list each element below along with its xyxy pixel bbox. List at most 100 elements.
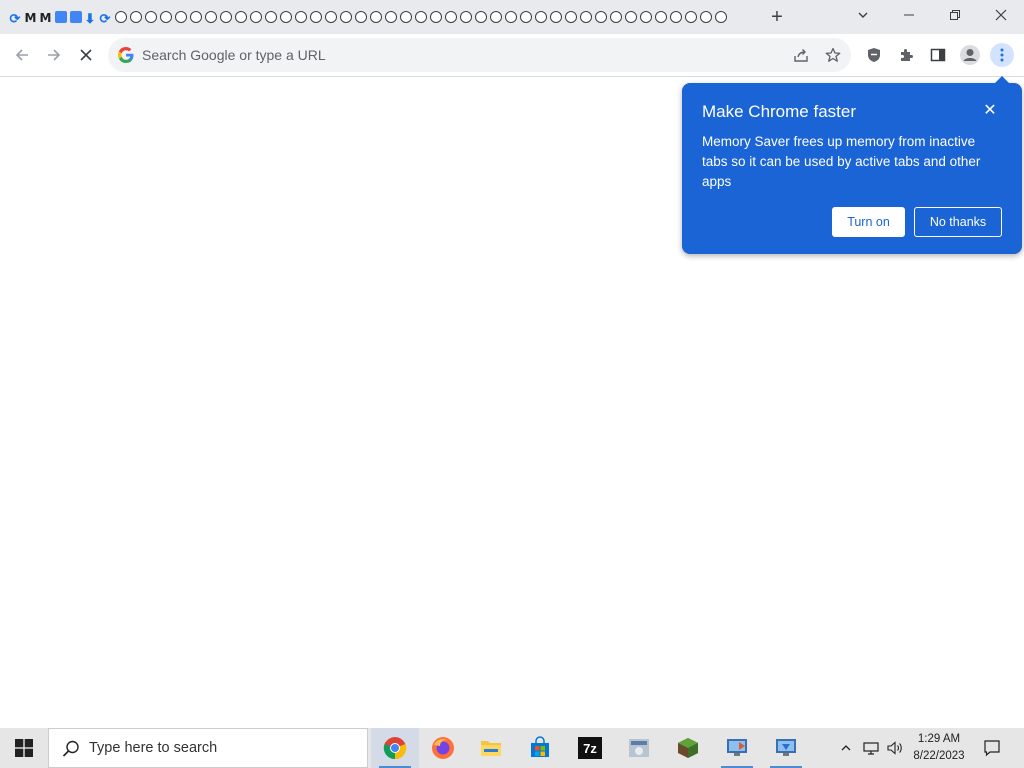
close-window-button[interactable] <box>978 0 1024 30</box>
browser-tab[interactable] <box>188 8 203 26</box>
taskbar-app-file-explorer[interactable] <box>467 728 515 768</box>
popup-close-button[interactable]: ✕ <box>980 100 1000 120</box>
taskbar-app-7zip[interactable]: 7z <box>566 728 614 768</box>
browser-tab[interactable] <box>563 8 578 26</box>
profile-button[interactable] <box>958 43 982 67</box>
browser-tab[interactable] <box>578 8 593 26</box>
extensions-button[interactable] <box>894 43 918 67</box>
browser-tab[interactable] <box>353 8 368 26</box>
tab-favicon-icon <box>474 11 487 23</box>
tab-favicon-icon <box>369 11 382 23</box>
refresh-icon: ⟳ <box>99 11 111 26</box>
browser-tab[interactable] <box>638 8 653 26</box>
address-bar[interactable] <box>108 38 851 72</box>
browser-tab[interactable] <box>383 8 398 26</box>
browser-tab[interactable] <box>593 8 608 26</box>
start-button[interactable] <box>0 728 48 768</box>
omnibox-input[interactable] <box>142 38 782 72</box>
browser-tab[interactable] <box>158 8 173 26</box>
search-icon <box>62 740 79 757</box>
taskbar-search-placeholder: Type here to search <box>89 740 218 756</box>
browser-tab[interactable] <box>683 8 698 26</box>
browser-tab[interactable] <box>323 8 338 26</box>
taskbar-app-minecraft[interactable] <box>664 728 712 768</box>
tab-favicon-icon <box>534 11 547 23</box>
chrome-menu-button[interactable] <box>990 43 1014 67</box>
browser-tab[interactable] <box>443 8 458 26</box>
browser-tab[interactable] <box>473 8 488 26</box>
browser-tab[interactable] <box>653 8 668 26</box>
bookmark-star-button[interactable] <box>821 43 845 67</box>
share-button[interactable] <box>789 43 813 67</box>
minimize-button[interactable] <box>886 0 932 30</box>
back-button[interactable] <box>10 43 34 67</box>
browser-tab[interactable] <box>413 8 428 26</box>
taskbar-app-7[interactable] <box>762 728 810 768</box>
browser-tab[interactable] <box>308 8 323 26</box>
show-hidden-icons-button[interactable] <box>836 728 856 768</box>
browser-tab[interactable] <box>263 8 278 26</box>
browser-tab[interactable] <box>203 8 218 26</box>
tab-search-button[interactable] <box>840 0 886 30</box>
browser-tab[interactable]: M <box>38 8 53 26</box>
browser-tab[interactable] <box>68 8 83 26</box>
taskbar-app-4[interactable] <box>615 728 663 768</box>
browser-tab[interactable] <box>398 8 413 26</box>
browser-tab[interactable] <box>713 8 728 26</box>
browser-tab[interactable] <box>143 8 158 26</box>
browser-tab[interactable] <box>608 8 623 26</box>
notification-center-button[interactable] <box>978 728 1006 768</box>
new-tab-button[interactable]: + <box>766 6 788 28</box>
taskbar-app-chrome[interactable] <box>371 728 419 768</box>
browser-tab[interactable]: ⬇ <box>83 8 98 26</box>
no-thanks-button[interactable]: No thanks <box>914 207 1002 237</box>
volume-tray-button[interactable] <box>884 728 906 768</box>
browser-tab[interactable] <box>218 8 233 26</box>
browser-tab[interactable] <box>533 8 548 26</box>
taskbar-app-firefox[interactable] <box>419 728 467 768</box>
app-favicon-icon <box>69 11 82 23</box>
restore-button[interactable] <box>932 0 978 30</box>
taskbar-app-microsoft-store[interactable] <box>516 728 564 768</box>
app-icon <box>727 739 747 756</box>
browser-tab[interactable] <box>368 8 383 26</box>
browser-tab[interactable] <box>428 8 443 26</box>
tab-favicon-icon <box>219 11 232 23</box>
tab-favicon-icon <box>594 11 607 23</box>
gmail-m-icon: M <box>24 11 37 25</box>
browser-tab[interactable]: ⟳ <box>98 8 113 26</box>
browser-tab[interactable] <box>458 8 473 26</box>
browser-tab[interactable] <box>338 8 353 26</box>
browser-tab[interactable] <box>53 8 68 26</box>
browser-tab[interactable] <box>548 8 563 26</box>
tab-favicon-icon <box>519 11 532 23</box>
browser-tab[interactable] <box>698 8 713 26</box>
browser-tab[interactable] <box>518 8 533 26</box>
stop-loading-button[interactable] <box>74 43 98 67</box>
browser-tab[interactable] <box>293 8 308 26</box>
browser-tab[interactable] <box>128 8 143 26</box>
browser-tab[interactable] <box>248 8 263 26</box>
browser-tab[interactable] <box>488 8 503 26</box>
browser-tab[interactable]: M <box>23 8 38 26</box>
tab-favicon-icon <box>354 11 367 23</box>
network-tray-button[interactable] <box>860 728 882 768</box>
google-g-icon <box>118 47 134 63</box>
browser-tab[interactable] <box>233 8 248 26</box>
browser-tab[interactable] <box>278 8 293 26</box>
taskbar-search-box[interactable]: Type here to search <box>48 728 368 768</box>
star-icon <box>825 47 841 62</box>
browser-tab[interactable] <box>113 8 128 26</box>
browser-tab[interactable] <box>173 8 188 26</box>
browser-tab[interactable]: ⟳ <box>8 8 23 26</box>
taskbar-app-6[interactable] <box>713 728 761 768</box>
browser-tab[interactable] <box>503 8 518 26</box>
forward-button[interactable] <box>42 43 66 67</box>
taskbar-clock[interactable]: 1:29 AM 8/22/2023 <box>906 731 972 765</box>
turn-on-button[interactable]: Turn on <box>832 207 905 237</box>
extension-shield-button[interactable] <box>862 43 886 67</box>
puzzle-icon <box>901 49 913 61</box>
browser-tab[interactable] <box>668 8 683 26</box>
browser-tab[interactable] <box>623 8 638 26</box>
side-panel-button[interactable] <box>926 43 950 67</box>
